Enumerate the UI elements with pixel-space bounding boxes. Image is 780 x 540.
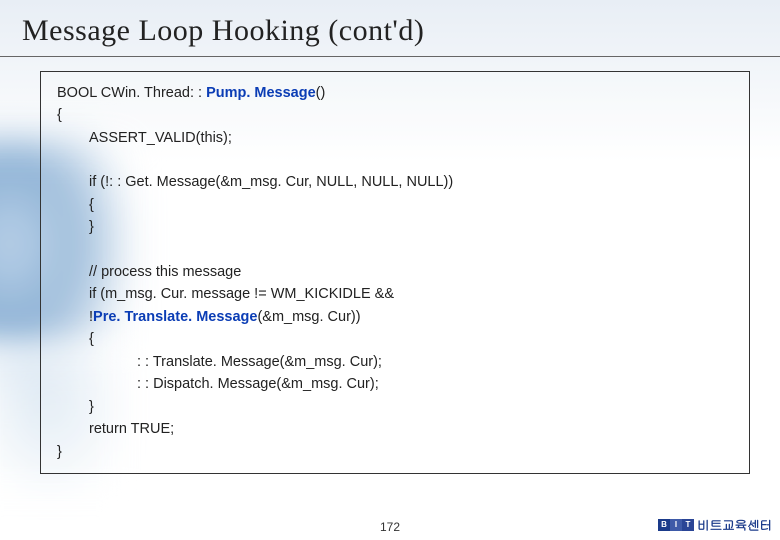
logo-letter-b: B bbox=[658, 519, 670, 531]
code-line: return TRUE; bbox=[57, 418, 733, 440]
code-line: BOOL CWin. Thread: : Pump. Message() bbox=[57, 82, 733, 104]
code-text: () bbox=[316, 85, 326, 101]
logo-letter-t: T bbox=[682, 519, 694, 531]
bit-logo: B I T bbox=[658, 519, 694, 531]
code-line: } bbox=[57, 396, 733, 418]
blank-line bbox=[57, 149, 733, 171]
page-number: 172 bbox=[380, 520, 400, 534]
footer-branding: B I T 비트교육센터 bbox=[658, 515, 772, 534]
code-line: { bbox=[57, 194, 733, 216]
code-line: !Pre. Translate. Message(&m_msg. Cur)) bbox=[57, 306, 733, 328]
code-line: } bbox=[57, 216, 733, 238]
code-text: BOOL CWin. Thread: : bbox=[57, 85, 206, 101]
code-text: (&m_msg. Cur)) bbox=[257, 309, 360, 325]
code-line: } bbox=[57, 441, 733, 463]
code-line: : : Translate. Message(&m_msg. Cur); bbox=[57, 351, 733, 373]
footer-text: 비트교육센터 bbox=[697, 515, 772, 534]
code-highlight: Pre. Translate. Message bbox=[93, 309, 257, 325]
code-line: : : Dispatch. Message(&m_msg. Cur); bbox=[57, 373, 733, 395]
code-line: if (!: : Get. Message(&m_msg. Cur, NULL,… bbox=[57, 171, 733, 193]
logo-letter-i: I bbox=[670, 519, 682, 531]
code-line: { bbox=[57, 328, 733, 350]
title-underline bbox=[0, 56, 780, 57]
code-line: // process this message bbox=[57, 261, 733, 283]
blank-line bbox=[57, 239, 733, 261]
code-line: ASSERT_VALID(this); bbox=[57, 127, 733, 149]
code-block: BOOL CWin. Thread: : Pump. Message() { A… bbox=[40, 71, 750, 474]
code-highlight: Pump. Message bbox=[206, 85, 316, 101]
code-line: { bbox=[57, 104, 733, 126]
slide-title: Message Loop Hooking (cont'd) bbox=[0, 0, 780, 56]
code-line: if (m_msg. Cur. message != WM_KICKIDLE &… bbox=[57, 283, 733, 305]
